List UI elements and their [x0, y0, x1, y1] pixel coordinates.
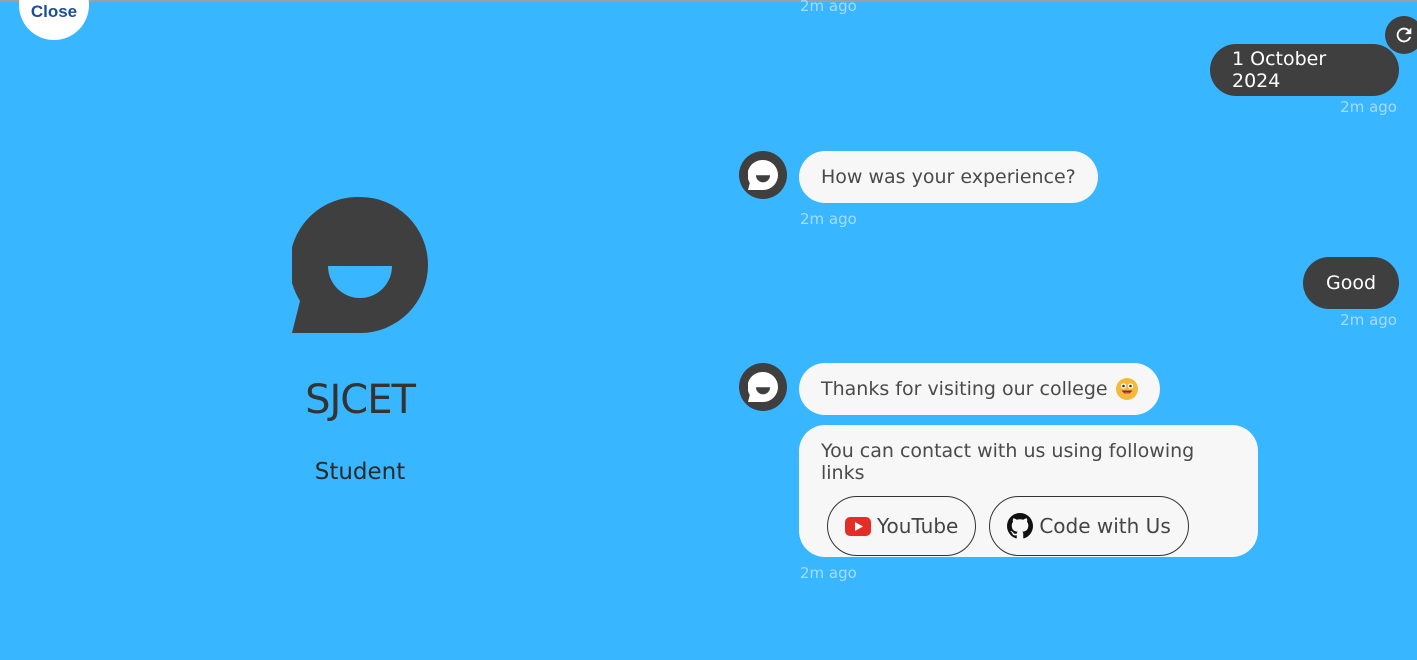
grinning-emoji-icon [1115, 378, 1138, 400]
user-message-text: 1 October 2024 [1232, 48, 1327, 92]
message-timestamp: 2m ago [1340, 98, 1397, 116]
youtube-icon [845, 516, 871, 536]
profile-subtitle: Student [314, 459, 406, 485]
close-button[interactable]: Close [19, 0, 89, 40]
bot-message-text: You can contact with us using following … [821, 440, 1195, 484]
profile-name: SJCET [305, 377, 416, 423]
user-message-bubble: Good [1303, 257, 1399, 309]
code-with-us-link-button[interactable]: Code with Us [989, 496, 1189, 556]
links-row: YouTube Code with Us [821, 496, 1189, 556]
close-label: Close [30, 2, 78, 21]
github-icon [1007, 513, 1034, 539]
message-timestamp: 2m ago [800, 564, 857, 582]
bot-message-text: Thanks for visiting our college [821, 378, 1108, 400]
message-timestamp: 2m ago [800, 0, 857, 15]
bot-avatar [739, 151, 787, 199]
bot-message-bubble: How was your experience? [799, 151, 1098, 203]
chat-logo-icon [292, 197, 428, 333]
user-message-text: Good [1325, 272, 1377, 294]
chat-logo-icon [748, 160, 778, 190]
link-label: Code with Us [1039, 514, 1171, 538]
chat-logo-icon [748, 372, 778, 402]
message-timestamp: 2m ago [1340, 311, 1397, 329]
message-timestamp: 2m ago [800, 210, 857, 228]
top-border [0, 0, 1417, 2]
youtube-link-button[interactable]: YouTube [827, 496, 977, 556]
link-label: YouTube [877, 514, 959, 538]
user-message-bubble: 1 October 2024 [1210, 44, 1399, 96]
refresh-icon [1396, 27, 1412, 43]
bot-message-text: How was your experience? [821, 166, 1076, 188]
bot-message-bubble: Thanks for visiting our college [799, 363, 1160, 415]
restart-button[interactable] [1385, 16, 1417, 54]
bot-avatar [739, 363, 787, 411]
bot-links-card: You can contact with us using following … [799, 425, 1258, 557]
